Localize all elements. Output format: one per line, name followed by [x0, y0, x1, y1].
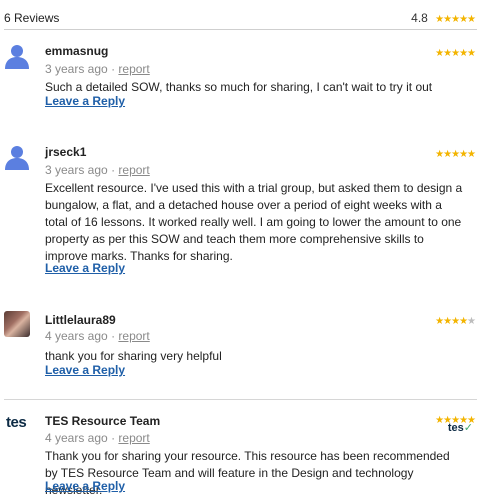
- tes-verified-badge: tes✓: [448, 421, 473, 434]
- rating-stars-empty: ★: [467, 316, 476, 327]
- review-meta: 4 years ago · report: [45, 431, 150, 445]
- leave-reply-link[interactable]: Leave a Reply: [45, 261, 125, 275]
- leave-reply-link[interactable]: Leave a Reply: [45, 479, 125, 493]
- report-link[interactable]: report: [118, 329, 149, 343]
- review-meta: 4 years ago · report: [45, 329, 150, 343]
- rating-stars-full: ★★★★: [435, 316, 468, 327]
- reviewer-name[interactable]: emmasnug: [45, 44, 108, 58]
- default-avatar-icon: [4, 144, 30, 170]
- leave-reply-link[interactable]: Leave a Reply: [45, 94, 125, 108]
- review-meta: 3 years ago · report: [45, 62, 150, 76]
- reviews-header: 6 Reviews 4.8 ★★★★★: [4, 7, 477, 30]
- rating-stars: ★★★★★: [435, 316, 476, 327]
- reviewer-name[interactable]: jrseck1: [45, 145, 86, 159]
- check-icon: ✓: [463, 422, 473, 434]
- tes-logo-icon: tes: [6, 414, 27, 431]
- report-link[interactable]: report: [118, 163, 149, 177]
- review-rating: ★★★★★: [435, 311, 476, 329]
- average-rating: 4.8 ★★★★★: [411, 11, 476, 25]
- review-text: Excellent resource. I've used this with …: [45, 181, 463, 263]
- review-rating: ★★★★★: [435, 43, 476, 61]
- reviews-count: 6 Reviews: [4, 11, 60, 25]
- review-time: 3 years ago: [45, 62, 108, 76]
- reviewer-name[interactable]: Littlelaura89: [45, 313, 116, 327]
- average-rating-value: 4.8: [411, 11, 428, 25]
- meta-separator: ·: [111, 431, 116, 445]
- reviewer-name[interactable]: TES Resource Team: [45, 414, 160, 428]
- meta-separator: ·: [111, 329, 116, 343]
- average-rating-stars: ★★★★★: [435, 14, 476, 25]
- rating-stars: ★★★★★: [435, 149, 476, 160]
- review-time: 3 years ago: [45, 163, 108, 177]
- tes-badge-label: tes: [447, 422, 464, 434]
- review-time: 4 years ago: [45, 329, 108, 343]
- review-divider: [4, 399, 477, 400]
- review-meta: 3 years ago · report: [45, 163, 150, 177]
- default-avatar-icon: [4, 43, 30, 69]
- rating-stars: ★★★★★: [435, 48, 476, 59]
- meta-separator: ·: [111, 62, 116, 76]
- meta-separator: ·: [111, 163, 116, 177]
- user-photo-avatar: [4, 311, 30, 337]
- review-time: 4 years ago: [45, 431, 108, 445]
- report-link[interactable]: report: [118, 62, 149, 76]
- leave-reply-link[interactable]: Leave a Reply: [45, 363, 125, 377]
- report-link[interactable]: report: [118, 431, 149, 445]
- review-rating: ★★★★★: [435, 144, 476, 162]
